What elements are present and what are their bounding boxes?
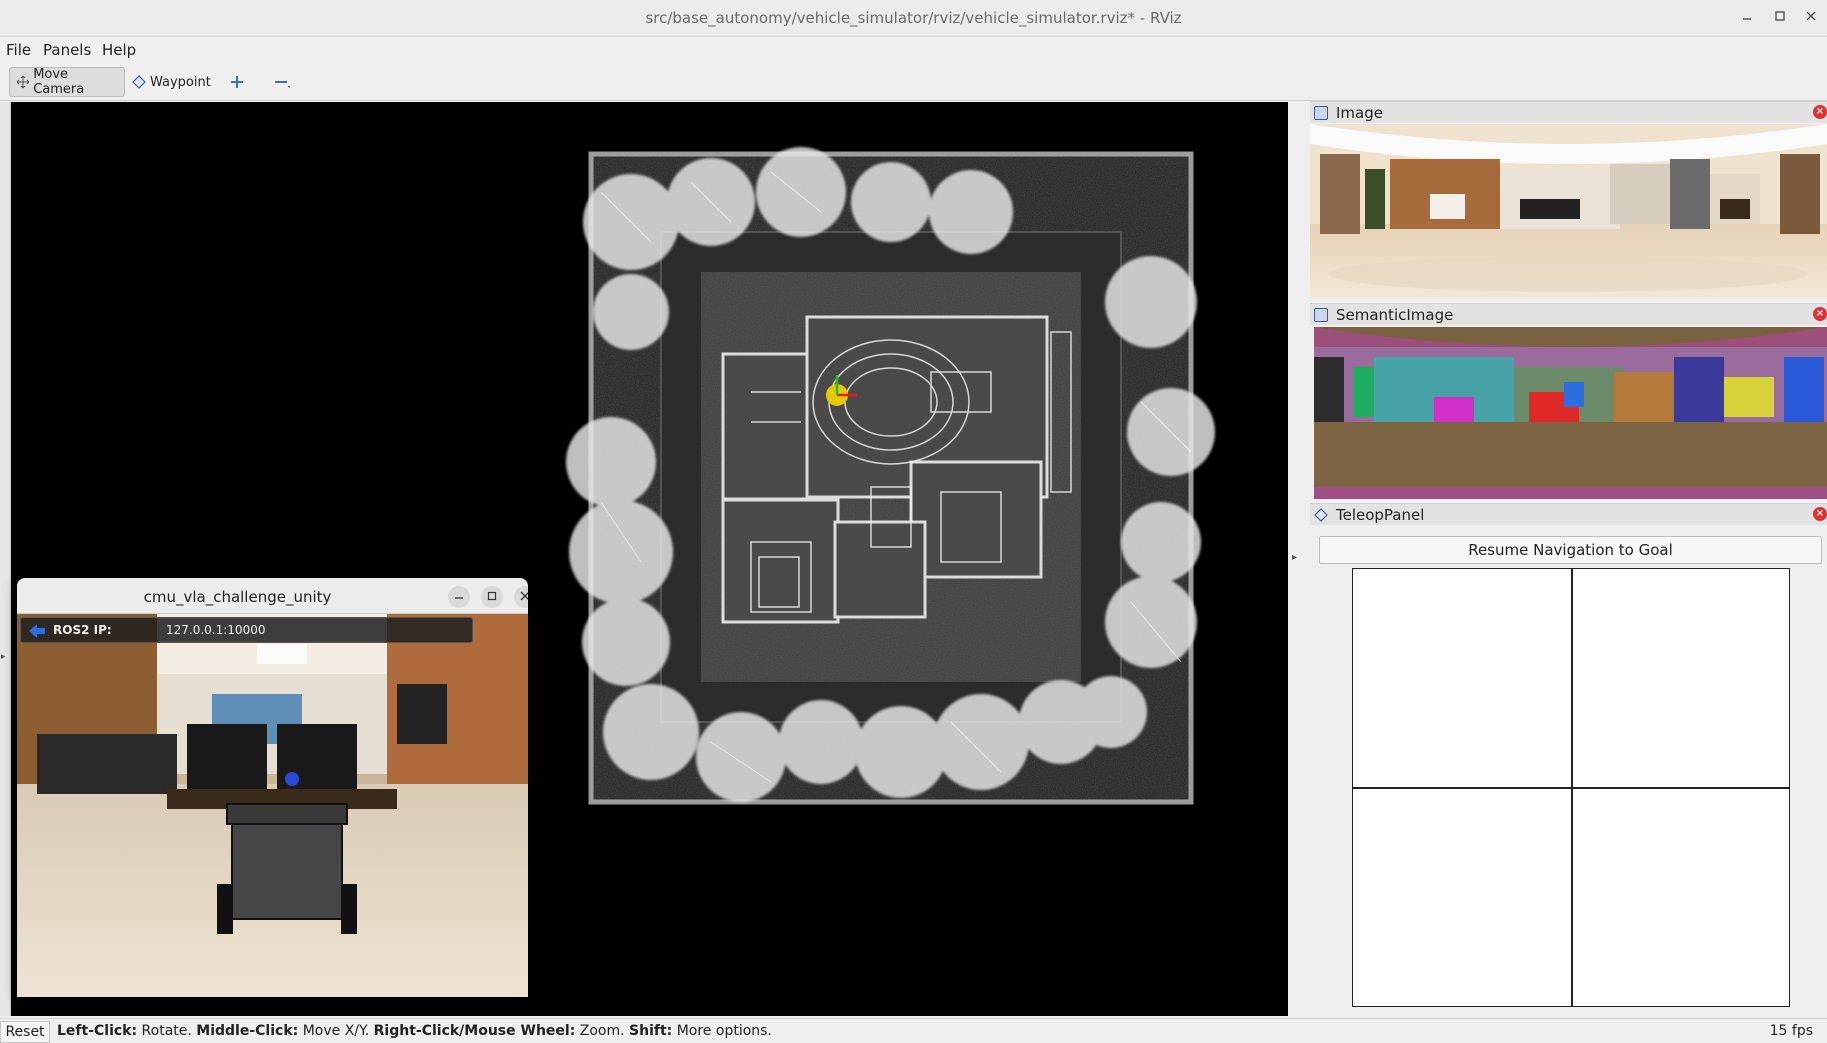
maximize-icon [1775, 11, 1785, 21]
status-bar: Reset Left-Click: Rotate. Middle-Click: … [0, 1018, 1827, 1043]
collapse-right-icon: ▸ [1292, 552, 1298, 563]
add-tool-button[interactable] [222, 67, 252, 97]
maximize-icon [487, 591, 497, 601]
left-dock-splitter[interactable]: ▸ [0, 102, 11, 1016]
rviz-window: src/base_autonomy/vehicle_simulator/rviz… [0, 0, 1827, 1043]
move-camera-icon [16, 75, 30, 89]
window-title: src/base_autonomy/vehicle_simulator/rviz… [645, 9, 1182, 27]
move-camera-button[interactable]: Move Camera [9, 67, 125, 97]
ros-ip-label: ROS2 IP: [53, 623, 112, 637]
minus-icon [275, 81, 290, 88]
hint-right-click-val: Zoom. [575, 1023, 630, 1039]
maximize-button[interactable] [1768, 6, 1792, 30]
teleop-panel-title: TeleopPanel [1336, 505, 1425, 524]
move-camera-label: Move Camera [33, 67, 85, 97]
hint-middle-click-val: Move X/Y. [298, 1023, 374, 1039]
pad-horizontal-axis [1353, 787, 1789, 789]
ros-arrow-icon [29, 624, 45, 638]
menu-panels[interactable]: Panels [43, 41, 91, 59]
hint-right-click-key: Right-Click/Mouse Wheel: [373, 1023, 576, 1039]
image-panel-title: Image [1336, 103, 1383, 122]
semantic-panel-header[interactable]: SemanticImage × [1310, 303, 1827, 325]
unity-minimize-button[interactable] [448, 586, 470, 608]
waypoint-icon [132, 75, 146, 89]
close-icon [520, 591, 528, 601]
unity-title-bar[interactable]: cmu_vla_challenge_unity [17, 578, 528, 614]
unity-window-title: cmu_vla_challenge_unity [143, 588, 332, 606]
menu-help[interactable]: Help [102, 41, 136, 59]
unity-close-button[interactable] [514, 586, 528, 608]
reset-button[interactable]: Reset [0, 1021, 50, 1043]
semantic-panorama [1314, 327, 1827, 499]
menu-file[interactable]: File [6, 41, 31, 59]
title-bar: src/base_autonomy/vehicle_simulator/rviz… [0, 0, 1827, 37]
image-view [1310, 124, 1827, 298]
minimize-icon [455, 597, 463, 599]
hint-shift-val: More options. [672, 1023, 772, 1039]
semantic-panel-close-icon[interactable]: × [1813, 307, 1827, 321]
remove-tool-button[interactable] [268, 67, 298, 97]
image-panel-close-icon[interactable]: × [1813, 105, 1827, 119]
close-icon [1806, 11, 1816, 21]
ros-ip-value[interactable]: 127.0.0.1:10000 [166, 623, 265, 637]
resume-navigation-button[interactable]: Resume Navigation to Goal [1319, 536, 1822, 564]
hint-shift-key: Shift: [629, 1023, 673, 1039]
unity-scene [17, 614, 528, 997]
hint-left-click-key: Left-Click: [57, 1023, 138, 1039]
hint-left-click-val: Rotate. [137, 1023, 197, 1039]
panorama-image [1310, 124, 1827, 298]
ros-ip-bar: ROS2 IP: 127.0.0.1:10000 [20, 617, 473, 643]
fps-counter: 15 fps [1769, 1023, 1813, 1039]
image-panel-header[interactable]: Image × [1310, 101, 1827, 123]
teleop-panel-icon [1314, 507, 1328, 522]
status-hint: Left-Click: Rotate. Middle-Click: Move X… [57, 1023, 772, 1039]
toolbar: Move Camera Waypoint [0, 63, 1827, 101]
semantic-panel-title: SemanticImage [1336, 305, 1454, 324]
close-button[interactable] [1799, 6, 1823, 30]
teleop-panel-close-icon[interactable]: × [1813, 507, 1827, 521]
unity-window[interactable]: cmu_vla_challenge_unity ROS2 IP: 127.0.0… [17, 578, 528, 997]
minimize-icon [1743, 18, 1751, 20]
teleop-joystick-pad[interactable] [1352, 568, 1790, 1007]
teleop-panel-header[interactable]: TeleopPanel × [1310, 503, 1827, 525]
waypoint-button[interactable]: Waypoint [126, 67, 222, 97]
semantic-panel-icon [1314, 307, 1328, 322]
plus-icon [231, 76, 243, 88]
unity-camera-view [17, 614, 528, 997]
hint-middle-click-key: Middle-Click: [196, 1023, 299, 1039]
minimize-button[interactable] [1735, 6, 1759, 30]
unity-maximize-button[interactable] [481, 586, 503, 608]
expand-left-icon: ▸ [1, 652, 6, 662]
semantic-image-view [1314, 327, 1827, 499]
image-panel-icon [1314, 105, 1328, 120]
menu-bar: File Panels Help [0, 37, 1827, 63]
waypoint-label: Waypoint [150, 74, 211, 90]
